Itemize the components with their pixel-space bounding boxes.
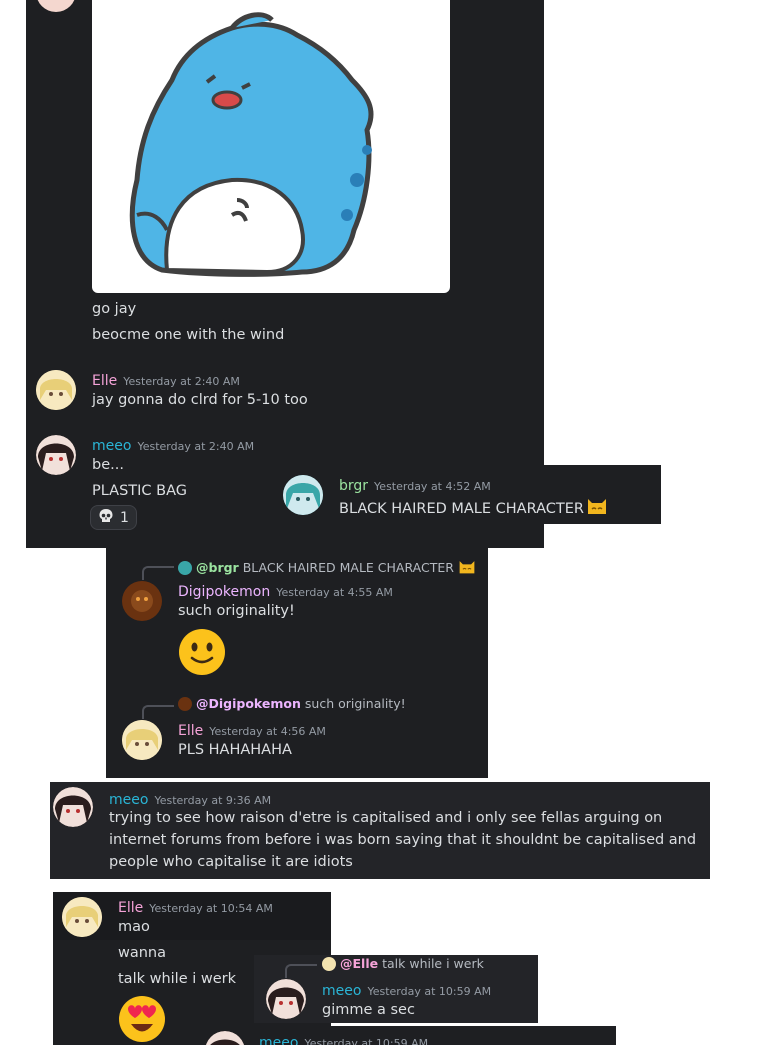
reply-connector <box>142 566 174 580</box>
timestamp[interactable]: Yesterday at 4:56 AM <box>209 725 326 738</box>
elle-avatar-icon <box>36 370 76 410</box>
message-text: trying to see how raison d'etre is capit… <box>109 810 697 870</box>
avatar-meeo[interactable] <box>53 787 93 827</box>
chat-panel-6: meeo Yesterday at 10:59 AM <box>197 1026 616 1045</box>
message-header: Elle Yesterday at 10:54 AM <box>118 897 273 916</box>
elle-mini-avatar <box>322 956 336 971</box>
message-text: go jay <box>92 301 137 317</box>
message-text: wanna <box>118 945 167 961</box>
message-header: Elle Yesterday at 2:40 AM <box>92 370 240 389</box>
message-header: Digipokemon Yesterday at 4:55 AM <box>178 581 393 600</box>
meeo-avatar-icon <box>205 1031 245 1045</box>
avatar-brgr[interactable] <box>283 475 323 515</box>
message-text: gimme a sec <box>322 1002 415 1018</box>
brgr-avatar-icon <box>283 475 323 515</box>
reply-preview[interactable]: @Digipokemon such originality! <box>178 696 406 711</box>
yellow-cat-emoji-icon <box>458 557 476 578</box>
chat-panel-brgr: brgr Yesterday at 4:52 AM BLACK HAIRED MA… <box>273 465 661 524</box>
brgr-mini-avatar <box>178 560 192 575</box>
timestamp[interactable]: Yesterday at 2:40 AM <box>137 440 254 453</box>
elle-avatar-icon <box>62 897 102 937</box>
avatar-meeo[interactable] <box>266 979 306 1019</box>
username-meeo[interactable]: meeo <box>109 792 148 808</box>
yellow-cat-emoji-icon <box>586 494 608 523</box>
reaction-count: 1 <box>120 509 129 526</box>
reply-text: BLACK HAIRED MALE CHARACTER <box>242 560 454 575</box>
message-text: PLASTIC BAG <box>92 483 187 499</box>
timestamp[interactable]: Yesterday at 4:55 AM <box>276 586 393 599</box>
message-text: BLACK HAIRED MALE CHARACTER <box>339 494 608 523</box>
timestamp[interactable]: Yesterday at 10:59 AM <box>367 985 491 998</box>
reply-preview[interactable]: @Elle talk while i werk <box>322 956 484 971</box>
username-meeo[interactable]: meeo <box>259 1035 298 1045</box>
sticker-image[interactable] <box>92 0 450 293</box>
reply-connector <box>142 705 174 719</box>
meeo-avatar-icon <box>36 435 76 475</box>
timestamp[interactable]: Yesterday at 10:54 AM <box>149 902 273 915</box>
message-text: beocme one with the wind <box>92 327 285 343</box>
avatar[interactable] <box>36 0 76 12</box>
reply-mention[interactable]: @brgr <box>196 560 239 575</box>
message-text: jay gonna do clrd for 5-10 too <box>92 392 308 408</box>
message-text: be... <box>92 457 124 473</box>
message-header: brgr Yesterday at 4:52 AM <box>339 475 491 494</box>
reply-text: such originality! <box>304 696 406 711</box>
reply-mention[interactable]: @Elle <box>340 956 378 971</box>
chat-panel-2: @brgr BLACK HAIRED MALE CHARACTER Digipo… <box>106 548 488 778</box>
username-elle[interactable]: Elle <box>178 723 203 739</box>
chat-panel-3: meeo Yesterday at 9:36 AM trying to see h… <box>50 782 710 879</box>
username-meeo[interactable]: meeo <box>92 438 131 454</box>
meeo-avatar-icon <box>266 979 306 1019</box>
reply-connector <box>285 964 317 978</box>
elle-avatar-icon <box>122 720 162 760</box>
timestamp[interactable]: Yesterday at 10:59 AM <box>304 1037 428 1045</box>
message-text-content: BLACK HAIRED MALE CHARACTER <box>339 500 584 517</box>
message-text: mao <box>118 919 150 935</box>
username-elle[interactable]: Elle <box>118 900 143 916</box>
timestamp[interactable]: Yesterday at 9:36 AM <box>154 794 271 807</box>
username-digipokemon[interactable]: Digipokemon <box>178 584 270 600</box>
meeo-avatar-icon <box>53 787 93 827</box>
digipokemon-mini-avatar <box>178 696 192 711</box>
avatar-digipokemon[interactable] <box>122 581 162 621</box>
timestamp[interactable]: Yesterday at 2:40 AM <box>123 375 240 388</box>
avatar-elle[interactable] <box>122 720 162 760</box>
avatar-meeo[interactable] <box>205 1031 245 1045</box>
username-brgr[interactable]: brgr <box>339 478 368 494</box>
slightly-smiling-face-icon <box>178 628 226 680</box>
reply-preview[interactable]: @brgr BLACK HAIRED MALE CHARACTER <box>178 557 476 578</box>
skull-icon <box>98 508 114 528</box>
message-header: meeo Yesterday at 10:59 AM <box>322 980 491 999</box>
message-text: PLS HAHAHAHA <box>178 742 292 758</box>
message-text: such originality! <box>178 603 295 619</box>
message-header: meeo Yesterday at 10:59 AM <box>259 1032 428 1045</box>
reply-mention[interactable]: @Digipokemon <box>196 696 301 711</box>
blue-dinosaur-sticker <box>129 12 374 277</box>
message-text: talk while i werk <box>118 971 237 987</box>
reply-text: talk while i werk <box>382 956 484 971</box>
message-header: meeo Yesterday at 9:36 AM <box>109 789 271 808</box>
reaction-skull[interactable]: 1 <box>90 505 137 530</box>
heart-eyes-face-icon <box>118 995 166 1045</box>
username-meeo[interactable]: meeo <box>322 983 361 999</box>
timestamp[interactable]: Yesterday at 4:52 AM <box>374 480 491 493</box>
avatar-elle[interactable] <box>62 897 102 937</box>
message-header: meeo Yesterday at 2:40 AM <box>92 435 254 454</box>
username-elle[interactable]: Elle <box>92 373 117 389</box>
avatar-meeo[interactable] <box>36 435 76 475</box>
message-header: Elle Yesterday at 4:56 AM <box>178 720 326 739</box>
chat-panel-5: @Elle talk while i werk meeo Yesterday at… <box>254 955 538 1023</box>
digipokemon-avatar-icon <box>122 581 162 621</box>
avatar-elle[interactable] <box>36 370 76 410</box>
